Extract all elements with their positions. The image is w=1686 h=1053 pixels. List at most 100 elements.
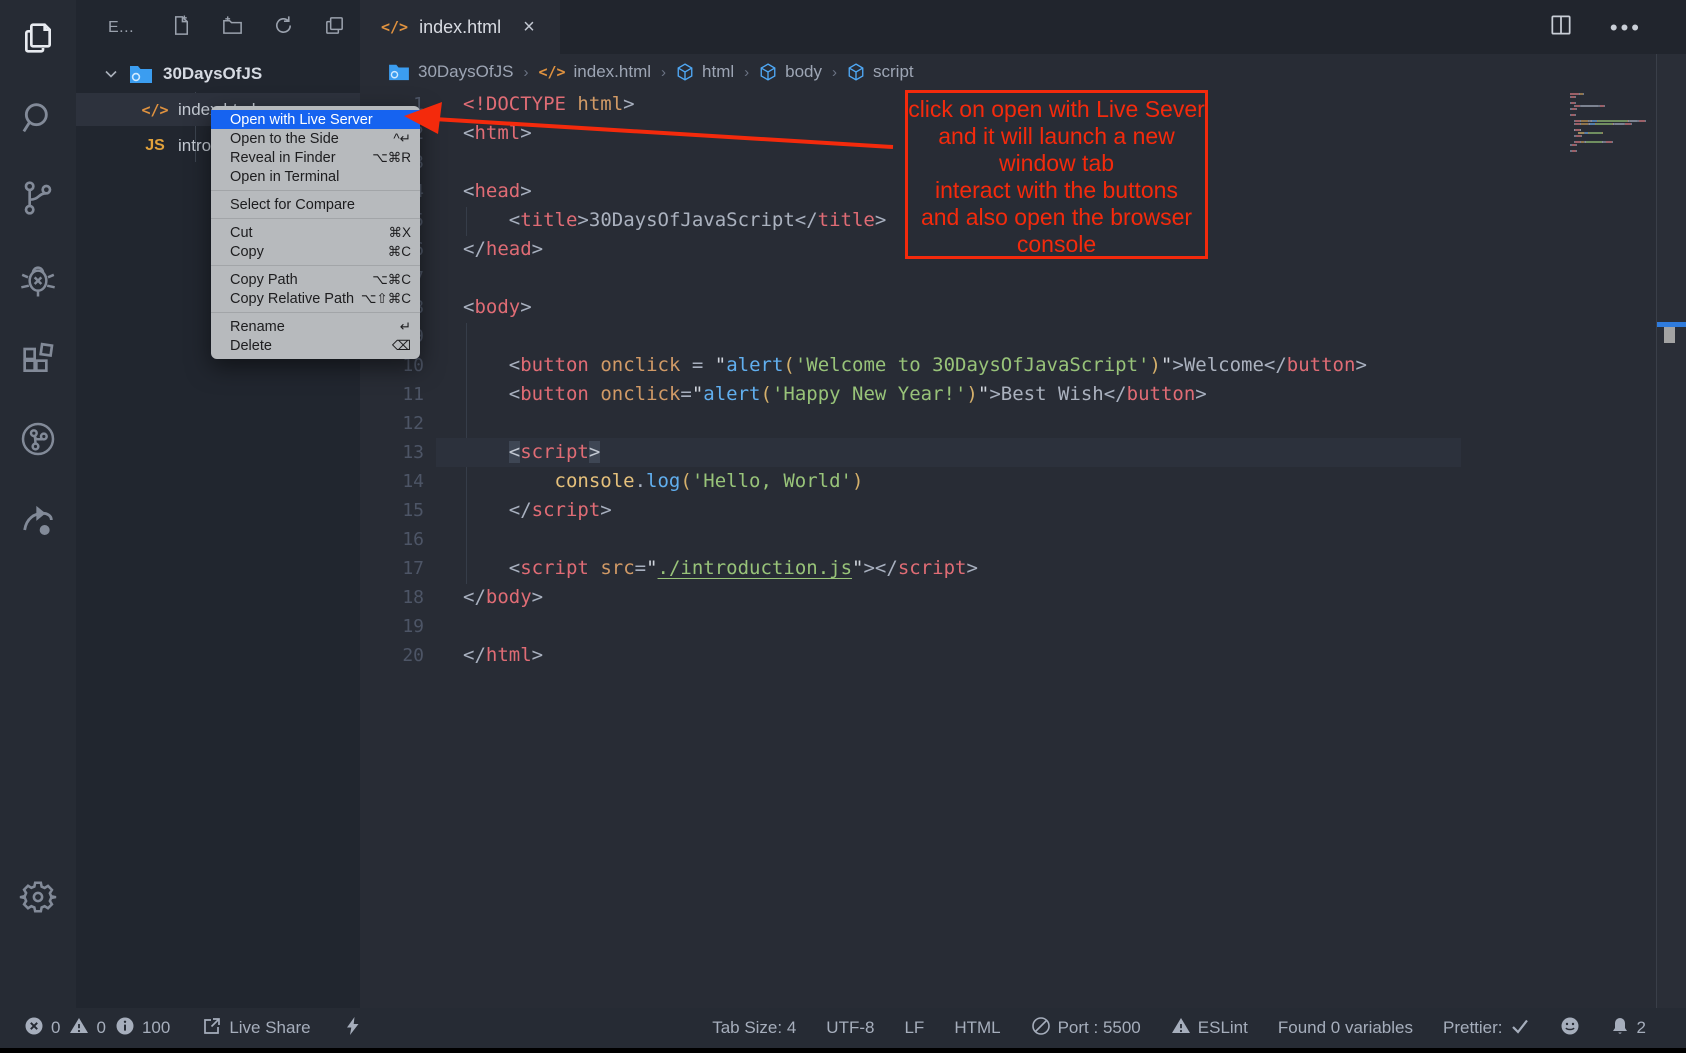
menu-item-reveal-in-finder[interactable]: Reveal in Finder⌥⌘R xyxy=(211,148,420,167)
source-control-icon xyxy=(18,178,58,223)
status-item-tab-size-4[interactable]: Tab Size: 4 xyxy=(712,1018,796,1038)
activity-gitlens-button[interactable] xyxy=(0,409,76,473)
new-folder-icon[interactable] xyxy=(221,14,244,42)
chevron-down-icon xyxy=(103,66,119,82)
tab-bar: </> index.html × xyxy=(360,0,1686,54)
vscode-window: E... 30DaysOfJS </> index.html JS introd… xyxy=(0,0,1686,1053)
tree-root-30daysofjs[interactable]: 30DaysOfJS xyxy=(76,58,360,90)
tree-root-label: 30DaysOfJS xyxy=(163,64,262,84)
html-file-icon: </> xyxy=(381,18,408,36)
live-share-icon xyxy=(202,1016,222,1041)
status-item-0[interactable]: 0 xyxy=(24,1016,60,1041)
status-item-utf-8[interactable]: UTF-8 xyxy=(826,1018,874,1038)
status-item-live-share[interactable]: Live Share xyxy=(202,1016,310,1041)
code-line-19[interactable]: 19 xyxy=(360,612,1686,641)
annotation-text-line: window tab xyxy=(908,150,1205,177)
minimap[interactable] xyxy=(1570,93,1656,152)
status-item-eslint[interactable]: ESLint xyxy=(1171,1016,1248,1041)
menu-separator xyxy=(211,190,420,191)
more-actions-icon[interactable]: ••• xyxy=(1610,15,1642,41)
menu-item-cut[interactable]: Cut⌘X xyxy=(211,223,420,242)
status-item-lf[interactable]: LF xyxy=(904,1018,924,1038)
explorer-title: E... xyxy=(108,19,134,37)
collapse-all-icon[interactable] xyxy=(323,14,346,42)
code-line-15[interactable]: 15 </script> xyxy=(360,496,1686,525)
line-number: 15 xyxy=(360,496,424,525)
cube-icon xyxy=(676,63,694,81)
status-item-prettier[interactable]: Prettier: xyxy=(1443,1016,1530,1041)
html-file-icon: </> xyxy=(140,101,170,119)
line-number: 14 xyxy=(360,467,424,496)
menu-item-open-in-terminal[interactable]: Open in Terminal xyxy=(211,167,420,186)
code-line-20[interactable]: 20</html> xyxy=(360,641,1686,670)
activity-source-control-button[interactable] xyxy=(0,168,76,232)
menu-item-open-with-live-server[interactable]: Open with Live Server xyxy=(211,110,420,129)
menu-shortcut: ⌥⌘C xyxy=(372,272,411,288)
status-item-0[interactable]: 0 xyxy=(69,1016,105,1041)
gear-icon xyxy=(19,878,57,921)
files-icon xyxy=(18,18,58,63)
code-line-16[interactable]: 16 xyxy=(360,525,1686,554)
warning-icon xyxy=(1171,1016,1191,1041)
settings-gear-button[interactable] xyxy=(0,867,76,931)
menu-item-copy-path[interactable]: Copy Path⌥⌘C xyxy=(211,270,420,289)
menu-item-copy[interactable]: Copy⌘C xyxy=(211,242,420,261)
menu-item-select-for-compare[interactable]: Select for Compare xyxy=(211,195,420,214)
activity-live-share-button[interactable] xyxy=(0,490,76,554)
split-editor-icon[interactable] xyxy=(1548,12,1574,43)
blocked-icon xyxy=(1031,1016,1051,1041)
menu-item-delete[interactable]: Delete⌫ xyxy=(211,336,420,355)
breadcrumb-item-body[interactable]: body xyxy=(759,62,822,82)
breadcrumb-item-index-html[interactable]: </>index.html xyxy=(538,62,651,82)
breadcrumb-separator: › xyxy=(523,64,528,81)
refresh-icon[interactable] xyxy=(272,14,295,42)
breadcrumb-item-script[interactable]: script xyxy=(847,62,914,82)
breadcrumb-item-html[interactable]: html xyxy=(676,62,734,82)
code-line-14[interactable]: 14 console.log('Hello, World') xyxy=(360,467,1686,496)
menu-item-rename[interactable]: Rename↵ xyxy=(211,317,420,336)
cube-icon xyxy=(759,63,777,81)
tab-label: index.html xyxy=(419,17,501,38)
code-line-11[interactable]: 11 <button onclick="alert('Happy New Yea… xyxy=(360,380,1686,409)
code-line-9[interactable]: 9 xyxy=(360,322,1686,351)
code-line-18[interactable]: 18</body> xyxy=(360,583,1686,612)
menu-separator xyxy=(211,312,420,313)
status-item-smiley-icon[interactable] xyxy=(1560,1016,1580,1041)
activity-run-debug-button[interactable] xyxy=(0,249,76,313)
activity-explorer-button[interactable] xyxy=(0,8,76,72)
breadcrumb-separator: › xyxy=(832,64,837,81)
menu-item-copy-relative-path[interactable]: Copy Relative Path⌥⇧⌘C xyxy=(211,289,420,308)
scrollbar-thumb[interactable] xyxy=(1664,327,1675,343)
code-line-8[interactable]: 8<body> xyxy=(360,293,1686,322)
code-line-17[interactable]: 17 <script src="./introduction.js"></scr… xyxy=(360,554,1686,583)
line-number: 17 xyxy=(360,554,424,583)
code-line-12[interactable]: 12 xyxy=(360,409,1686,438)
menu-shortcut: ⌫ xyxy=(392,338,411,354)
extensions-icon xyxy=(18,339,58,384)
code-line-7[interactable]: 7 xyxy=(360,264,1686,293)
status-item-2[interactable]: 2 xyxy=(1610,1016,1646,1041)
status-item-found-0-variables[interactable]: Found 0 variables xyxy=(1278,1018,1413,1038)
code-line-10[interactable]: 10 <button onclick = "alert('Welcome to … xyxy=(360,351,1686,380)
annotation-text-line: and it will launch a new xyxy=(908,123,1205,150)
menu-shortcut: ^↵ xyxy=(393,131,411,147)
status-item-port-5500[interactable]: Port : 5500 xyxy=(1031,1016,1141,1041)
code-line-13[interactable]: 13 <script> xyxy=(360,438,1686,467)
menu-shortcut: ⌥⌘R xyxy=(372,150,411,166)
context-menu: Open with Live ServerOpen to the Side^↵R… xyxy=(211,106,420,359)
annotation-text-line: interact with the buttons xyxy=(908,177,1205,204)
new-file-icon[interactable] xyxy=(170,14,193,42)
close-icon[interactable]: × xyxy=(523,16,535,39)
activity-search-button[interactable] xyxy=(0,88,76,152)
smiley-icon xyxy=(1560,1016,1580,1041)
activity-extensions-button[interactable] xyxy=(0,329,76,393)
status-item-html[interactable]: HTML xyxy=(954,1018,1000,1038)
status-item-lightning-icon[interactable] xyxy=(343,1016,363,1041)
breadcrumb-item-30daysofjs[interactable]: 30DaysOfJS xyxy=(388,62,513,82)
menu-item-open-to-the-side[interactable]: Open to the Side^↵ xyxy=(211,129,420,148)
window-bottom-edge xyxy=(0,1048,1686,1053)
status-item-100[interactable]: 100 xyxy=(115,1016,170,1041)
tab-index-html[interactable]: </> index.html × xyxy=(360,0,560,54)
check-icon xyxy=(1510,1016,1530,1041)
cube-icon xyxy=(847,63,865,81)
